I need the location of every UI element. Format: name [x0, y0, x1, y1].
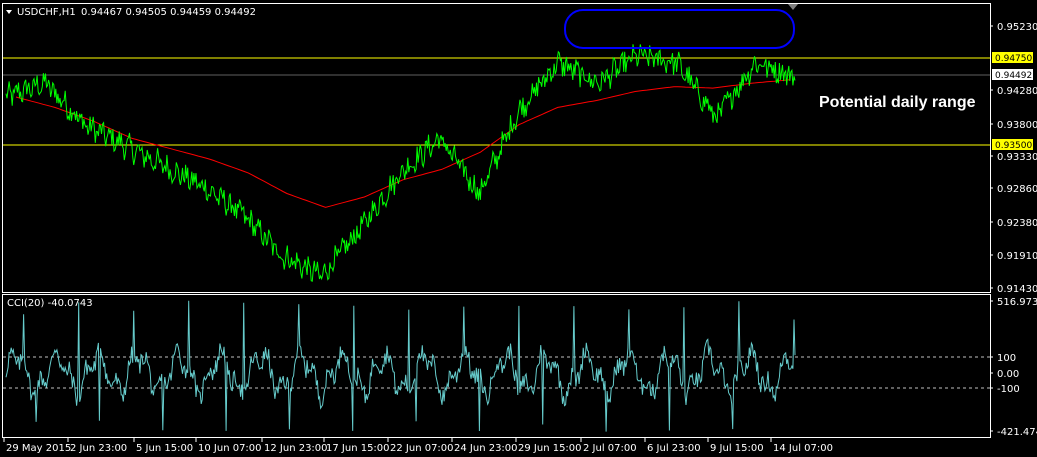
time-tick-label: 2 Jun 23:00 [70, 443, 127, 454]
chart-shift-marker-icon[interactable] [788, 4, 798, 10]
collapse-arrow-icon[interactable] [6, 10, 12, 14]
price-tick-label: 0.93330 [997, 152, 1037, 163]
cci-line [5, 300, 796, 432]
level-label: 0.93500 [995, 141, 1032, 151]
time-tick-label: 22 Jun 07:00 [390, 443, 454, 454]
current-price-marker: 0.94492 [992, 69, 1033, 81]
annotation-text: Potential daily range [819, 94, 976, 111]
time-tick-label: 2 Jul 07:00 [583, 443, 637, 454]
time-axis: 29 May 20152 Jun 23:00 5 Jun 15:00 10 Jun … [3, 438, 833, 454]
time-tick-label: 5 Jun 15:00 [136, 443, 193, 454]
ohlc-values: 0.94467 0.94505 0.94459 0.94492 [81, 7, 256, 18]
chart-area[interactable]: USDCHF,H1 0.94467 0.94505 0.94459 0.9449… [0, 0, 1037, 457]
cci-tick-label: 100 [997, 353, 1016, 364]
price-tick-label: 0.92380 [997, 218, 1037, 229]
level-label: 0.94750 [995, 54, 1032, 64]
price-tick-label: 0.93800 [997, 120, 1037, 131]
price-tick-label: 0.91910 [997, 251, 1037, 262]
price-line [5, 44, 796, 282]
cci-tick-label: -421.4741 [997, 427, 1037, 438]
cci-axis: 516.9739 100 0.00 -100 -421.4741 [990, 297, 1037, 438]
time-tick-label: 17 Jun 15:00 [326, 443, 390, 454]
time-tick-label: 29 May 2015 [6, 443, 71, 454]
price-tick-label: 0.94280 [997, 86, 1037, 97]
time-tick-label: 10 Jun 07:00 [198, 443, 262, 454]
price-tick-label: 0.95230 [997, 22, 1037, 33]
cci-tick-label: 516.9739 [997, 297, 1037, 308]
price-tick-label: 0.91430 [997, 284, 1037, 295]
cci-tick-label: 0.00 [997, 369, 1019, 380]
price-tick-label: 0.92860 [997, 184, 1037, 195]
cci-label: CCI(20) -40.0743 [7, 298, 93, 309]
symbol-label: USDCHF,H1 [17, 7, 76, 18]
main-panel-frame [2, 3, 991, 293]
time-tick-label: 29 Jun 15:00 [518, 443, 582, 454]
current-price-label: 0.94492 [995, 71, 1032, 81]
time-tick-label: 6 Jul 23:00 [647, 443, 701, 454]
time-tick-label: 24 Jun 23:00 [454, 443, 518, 454]
cci-tick-label: -100 [997, 384, 1020, 395]
time-tick-label: 12 Jun 23:00 [264, 443, 328, 454]
range-ellipse[interactable] [564, 9, 795, 49]
time-tick-label: 14 Jul 07:00 [773, 443, 833, 454]
time-tick-label: 9 Jul 15:00 [710, 443, 764, 454]
